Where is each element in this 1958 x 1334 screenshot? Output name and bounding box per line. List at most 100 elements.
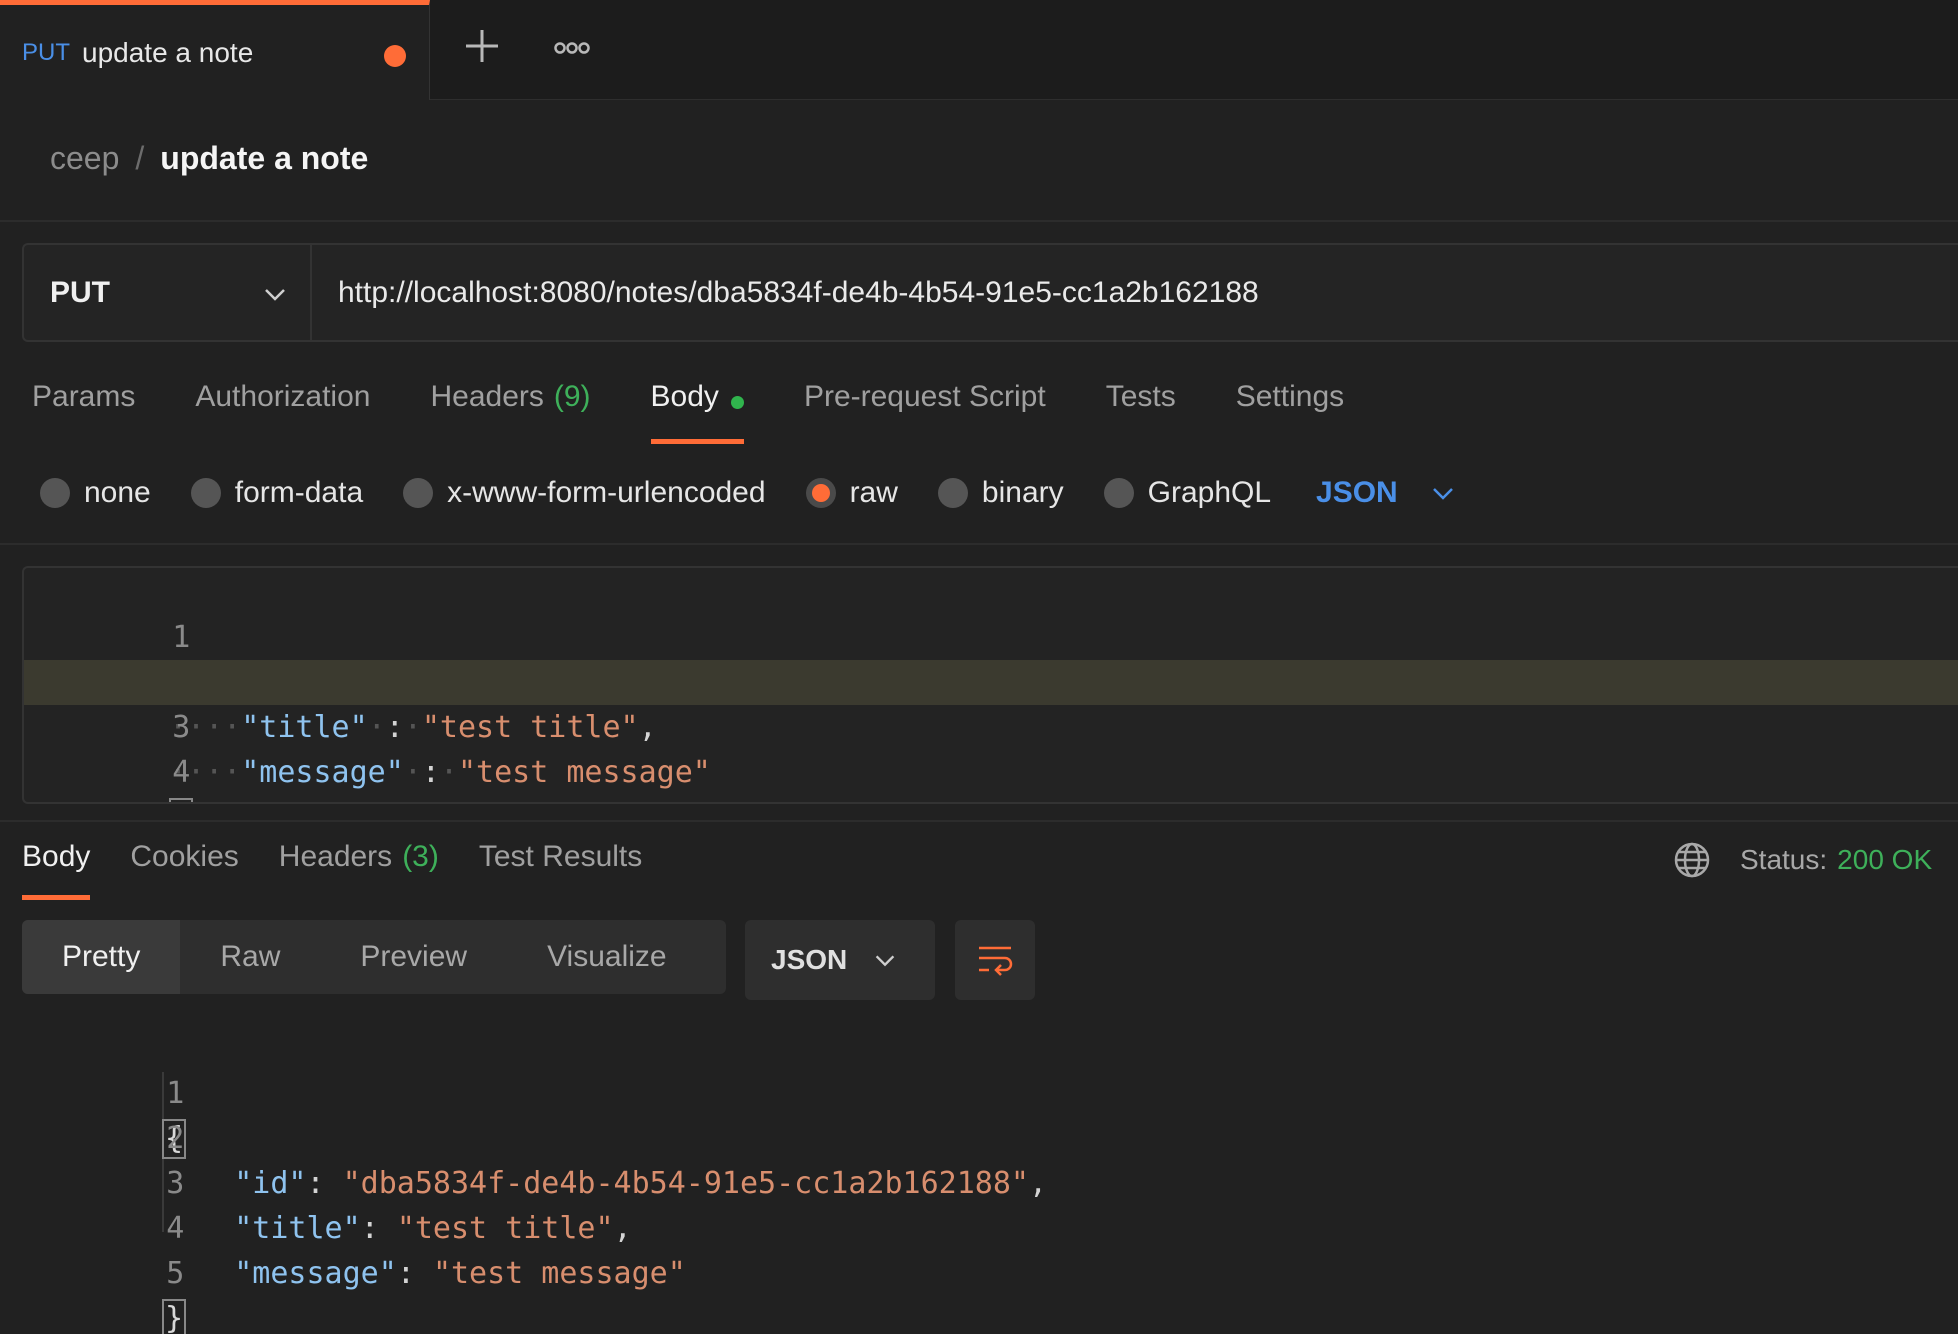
unsaved-dot-icon — [384, 45, 406, 67]
response-language-label: JSON — [771, 944, 848, 975]
view-pretty-button[interactable]: Pretty — [22, 920, 181, 994]
radio-label: binary — [981, 476, 1064, 509]
tab-title: update a note — [82, 36, 254, 68]
tab-tests[interactable]: Tests — [1106, 380, 1176, 444]
radio-button[interactable] — [190, 478, 221, 508]
radio-label: GraphQL — [1147, 476, 1272, 509]
code-content: } — [169, 795, 194, 802]
radio-button[interactable] — [40, 478, 70, 508]
line-number: 5 — [166, 1256, 185, 1291]
wrap-lines-icon — [979, 946, 1013, 976]
json-value: "test message" — [432, 1256, 686, 1291]
tab-authorization[interactable]: Authorization — [195, 380, 370, 444]
tab-label: Test Results — [478, 840, 643, 873]
radio-label: x-www-form-urlencoded — [447, 476, 766, 509]
response-status: Status: 200 OK — [1740, 844, 1932, 876]
body-type-none[interactable]: none — [40, 476, 151, 510]
response-tab-test-results[interactable]: Test Results — [479, 840, 642, 900]
request-tab-update-a-note[interactable]: PUT update a note — [0, 0, 430, 100]
json-value: "test message" — [458, 755, 711, 790]
code-line-active: 3 ····"message"·:·"test message" — [24, 660, 1958, 790]
tab-pre-request-script[interactable]: Pre-request Script — [804, 380, 1046, 444]
globe-icon[interactable] — [1672, 840, 1712, 880]
tab-params[interactable]: Params — [32, 380, 135, 444]
chevron-down-icon — [876, 955, 895, 967]
body-type-form-data[interactable]: form-data — [190, 476, 364, 510]
body-type-raw[interactable]: raw — [805, 476, 898, 510]
response-tab-body[interactable]: Body — [22, 840, 91, 900]
close-brace: } — [162, 1299, 187, 1334]
breadcrumb-collection[interactable]: ceep — [50, 140, 119, 177]
radio-label: raw — [849, 476, 898, 509]
body-type-binary[interactable]: binary — [937, 476, 1064, 510]
radio-label: none — [84, 476, 151, 509]
status-code[interactable]: 200 OK — [1837, 844, 1932, 875]
request-body-editor[interactable]: 1 { 2 ····"title"·:·"test title", 3 ····… — [22, 566, 1958, 804]
response-tabs: Body Cookies Headers (3) Test Results — [22, 840, 682, 900]
response-tab-cookies[interactable]: Cookies — [130, 840, 238, 900]
code-line: 1 { — [0, 1026, 1958, 1159]
response-view-modes: Pretty Raw Preview Visualize — [22, 920, 726, 994]
request-tabs: Params Authorization Headers (9) Body Pre… — [32, 380, 1404, 450]
headers-count: (9) — [553, 380, 591, 413]
body-type-urlencoded[interactable]: x-www-form-urlencoded — [403, 476, 766, 510]
breadcrumb-request-name[interactable]: update a note — [160, 140, 368, 177]
plus-icon[interactable] — [462, 26, 502, 66]
code-line: 4 } — [24, 705, 1958, 802]
wrap-lines-button[interactable] — [955, 920, 1035, 1000]
tab-label: Settings — [1235, 380, 1345, 413]
body-indicator-dot-icon — [730, 396, 744, 409]
body-type-graphql[interactable]: GraphQL — [1103, 476, 1272, 510]
headers-count: (3) — [402, 840, 439, 873]
body-language-select[interactable]: JSON — [1316, 476, 1458, 510]
tab-bar: PUT update a note — [0, 0, 1958, 100]
view-visualize-button[interactable]: Visualize — [507, 920, 707, 994]
tab-label: Headers — [278, 840, 393, 873]
code-content: "message": "test message" — [234, 1256, 686, 1291]
radio-label: form-data — [234, 476, 364, 509]
code-content: } — [162, 1296, 187, 1334]
radio-button[interactable] — [937, 478, 968, 508]
divider — [0, 543, 1958, 545]
close-brace: } — [169, 798, 194, 802]
radio-button[interactable] — [403, 478, 434, 508]
code-content: ····"message"·:·"test message" — [169, 755, 711, 790]
tab-body[interactable]: Body — [650, 380, 745, 444]
method-select[interactable]: PUT — [24, 245, 312, 340]
tab-label: Params — [32, 380, 136, 413]
code-line: 1 { — [24, 570, 1958, 703]
tab-label: Headers — [430, 380, 544, 413]
tab-headers[interactable]: Headers (9) — [430, 380, 590, 444]
divider — [0, 820, 1958, 822]
divider — [0, 220, 1958, 222]
tab-label: Cookies — [130, 840, 239, 873]
response-body-viewer[interactable]: 1 { 2 "id": "dba5834f-de4b-4b54-91e5-cc1… — [0, 1026, 1958, 1334]
breadcrumb: ceep / update a note — [50, 140, 368, 177]
response-language-select[interactable]: JSON — [745, 920, 935, 1000]
breadcrumb-separator: / — [135, 140, 145, 176]
tab-method-badge: PUT — [22, 38, 70, 66]
tab-label: Body — [22, 840, 91, 873]
more-icon[interactable] — [552, 30, 592, 70]
tab-label: Tests — [1105, 380, 1176, 413]
view-raw-button[interactable]: Raw — [180, 920, 320, 994]
view-preview-button[interactable]: Preview — [320, 920, 507, 994]
radio-button-selected[interactable] — [805, 478, 836, 508]
chevron-down-icon — [1432, 488, 1453, 500]
url-input[interactable] — [312, 245, 1958, 340]
tab-settings[interactable]: Settings — [1236, 380, 1344, 444]
code-line: 2 ····"title"·:·"test title", — [24, 615, 1958, 745]
body-language-label: JSON — [1316, 476, 1398, 509]
json-key: "message" — [241, 755, 404, 790]
code-line: 2 "id": "dba5834f-de4b-4b54-91e5-cc1a2b1… — [0, 1071, 1958, 1201]
radio-button[interactable] — [1103, 478, 1134, 508]
method-label: PUT — [50, 275, 110, 309]
status-label: Status: — [1740, 844, 1828, 875]
chevron-down-icon — [265, 289, 285, 301]
code-line: 4 "message": "test message" — [0, 1161, 1958, 1291]
tab-label: Pre-request Script — [803, 380, 1046, 413]
json-key: "message" — [234, 1256, 397, 1291]
code-line: 5 } — [0, 1206, 1958, 1334]
response-tab-headers[interactable]: Headers (3) — [279, 840, 439, 900]
tab-label: Body — [650, 380, 719, 413]
